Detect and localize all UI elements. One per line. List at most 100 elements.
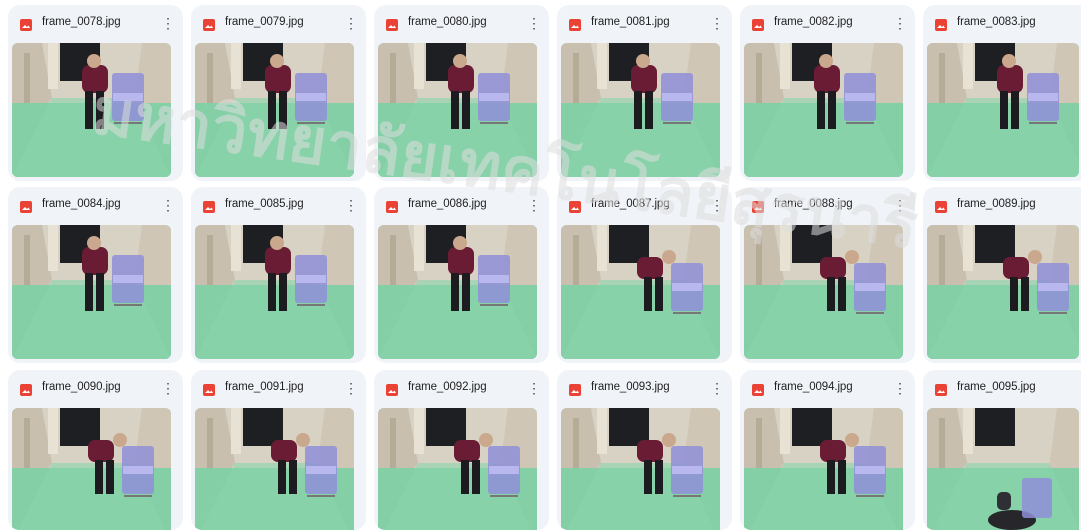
file-card-header: frame_0081.jpg ⋮ [557, 5, 732, 43]
more-vert-icon[interactable]: ⋮ [893, 379, 907, 397]
file-name[interactable]: frame_0082.jpg [774, 16, 853, 28]
file-card-header: frame_0095.jpg ⋮ [923, 370, 1081, 408]
more-vert-icon[interactable]: ⋮ [710, 14, 724, 32]
file-card[interactable]: frame_0088.jpg ⋮ [740, 187, 915, 363]
more-vert-icon[interactable]: ⋮ [1076, 196, 1081, 214]
file-card-header: frame_0093.jpg ⋮ [557, 370, 732, 408]
file-thumbnail[interactable] [195, 225, 354, 359]
image-file-icon [935, 201, 947, 213]
file-thumbnail[interactable] [378, 408, 537, 530]
file-thumbnail[interactable] [927, 43, 1079, 177]
file-name[interactable]: frame_0080.jpg [408, 16, 487, 28]
file-thumbnail[interactable] [744, 43, 903, 177]
file-name[interactable]: frame_0092.jpg [408, 381, 487, 393]
file-card[interactable]: frame_0080.jpg ⋮ [374, 5, 549, 181]
more-vert-icon[interactable]: ⋮ [527, 14, 541, 32]
file-name[interactable]: frame_0094.jpg [774, 381, 853, 393]
more-vert-icon[interactable]: ⋮ [893, 14, 907, 32]
file-card[interactable]: frame_0095.jpg ⋮ [923, 370, 1081, 530]
file-name[interactable]: frame_0088.jpg [774, 198, 853, 210]
file-name[interactable]: frame_0093.jpg [591, 381, 670, 393]
more-vert-icon[interactable]: ⋮ [161, 379, 175, 397]
file-thumbnail[interactable] [378, 225, 537, 359]
file-thumbnail[interactable] [12, 225, 171, 359]
file-thumbnail[interactable] [195, 408, 354, 530]
file-name[interactable]: frame_0090.jpg [42, 381, 121, 393]
file-card-header: frame_0084.jpg ⋮ [8, 187, 183, 225]
file-thumbnail[interactable] [744, 408, 903, 530]
file-card[interactable]: frame_0081.jpg ⋮ [557, 5, 732, 181]
file-card[interactable]: frame_0078.jpg ⋮ [8, 5, 183, 181]
file-thumbnail[interactable] [195, 43, 354, 177]
image-file-icon [935, 19, 947, 31]
file-card-header: frame_0086.jpg ⋮ [374, 187, 549, 225]
file-card[interactable]: frame_0082.jpg ⋮ [740, 5, 915, 181]
file-thumbnail[interactable] [12, 408, 171, 530]
file-card-header: frame_0085.jpg ⋮ [191, 187, 366, 225]
more-vert-icon[interactable]: ⋮ [1076, 379, 1081, 397]
image-file-icon [935, 384, 947, 396]
file-grid: frame_0078.jpg ⋮ frame_0079.jpg ⋮ frame_0080… [0, 0, 1081, 530]
file-thumbnail[interactable] [927, 225, 1079, 359]
file-card-header: frame_0090.jpg ⋮ [8, 370, 183, 408]
file-thumbnail[interactable] [12, 43, 171, 177]
image-file-icon [203, 201, 215, 213]
more-vert-icon[interactable]: ⋮ [527, 196, 541, 214]
file-card-header: frame_0088.jpg ⋮ [740, 187, 915, 225]
file-thumbnail[interactable] [744, 225, 903, 359]
more-vert-icon[interactable]: ⋮ [344, 196, 358, 214]
file-name[interactable]: frame_0091.jpg [225, 381, 304, 393]
file-card-header: frame_0082.jpg ⋮ [740, 5, 915, 43]
file-card-header: frame_0083.jpg ⋮ [923, 5, 1081, 43]
file-card[interactable]: frame_0086.jpg ⋮ [374, 187, 549, 363]
file-name[interactable]: frame_0095.jpg [957, 381, 1036, 393]
image-file-icon [386, 384, 398, 396]
image-file-icon [203, 384, 215, 396]
file-card-header: frame_0089.jpg ⋮ [923, 187, 1081, 225]
more-vert-icon[interactable]: ⋮ [893, 196, 907, 214]
more-vert-icon[interactable]: ⋮ [527, 379, 541, 397]
file-card[interactable]: frame_0093.jpg ⋮ [557, 370, 732, 530]
file-card[interactable]: frame_0087.jpg ⋮ [557, 187, 732, 363]
more-vert-icon[interactable]: ⋮ [161, 14, 175, 32]
file-name[interactable]: frame_0087.jpg [591, 198, 670, 210]
image-file-icon [386, 19, 398, 31]
file-card[interactable]: frame_0085.jpg ⋮ [191, 187, 366, 363]
file-card-header: frame_0092.jpg ⋮ [374, 370, 549, 408]
file-card-header: frame_0080.jpg ⋮ [374, 5, 549, 43]
image-file-icon [752, 384, 764, 396]
file-name[interactable]: frame_0083.jpg [957, 16, 1036, 28]
file-card[interactable]: frame_0084.jpg ⋮ [8, 187, 183, 363]
file-card[interactable]: frame_0091.jpg ⋮ [191, 370, 366, 530]
file-name[interactable]: frame_0084.jpg [42, 198, 121, 210]
file-thumbnail[interactable] [378, 43, 537, 177]
file-name[interactable]: frame_0086.jpg [408, 198, 487, 210]
image-file-icon [203, 19, 215, 31]
file-thumbnail[interactable] [561, 43, 720, 177]
file-card[interactable]: frame_0092.jpg ⋮ [374, 370, 549, 530]
file-name[interactable]: frame_0089.jpg [957, 198, 1036, 210]
image-file-icon [20, 201, 32, 213]
file-thumbnail[interactable] [561, 408, 720, 530]
file-card[interactable]: frame_0083.jpg ⋮ [923, 5, 1081, 181]
file-card-header: frame_0091.jpg ⋮ [191, 370, 366, 408]
image-file-icon [20, 384, 32, 396]
file-name[interactable]: frame_0078.jpg [42, 16, 121, 28]
image-file-icon [752, 201, 764, 213]
file-card[interactable]: frame_0094.jpg ⋮ [740, 370, 915, 530]
file-name[interactable]: frame_0079.jpg [225, 16, 304, 28]
more-vert-icon[interactable]: ⋮ [710, 196, 724, 214]
more-vert-icon[interactable]: ⋮ [344, 14, 358, 32]
more-vert-icon[interactable]: ⋮ [161, 196, 175, 214]
file-card-header: frame_0087.jpg ⋮ [557, 187, 732, 225]
file-thumbnail[interactable] [927, 408, 1079, 530]
more-vert-icon[interactable]: ⋮ [344, 379, 358, 397]
more-vert-icon[interactable]: ⋮ [710, 379, 724, 397]
file-thumbnail[interactable] [561, 225, 720, 359]
file-card[interactable]: frame_0090.jpg ⋮ [8, 370, 183, 530]
file-card[interactable]: frame_0089.jpg ⋮ [923, 187, 1081, 363]
file-card[interactable]: frame_0079.jpg ⋮ [191, 5, 366, 181]
file-name[interactable]: frame_0081.jpg [591, 16, 670, 28]
file-name[interactable]: frame_0085.jpg [225, 198, 304, 210]
more-vert-icon[interactable]: ⋮ [1076, 14, 1081, 32]
